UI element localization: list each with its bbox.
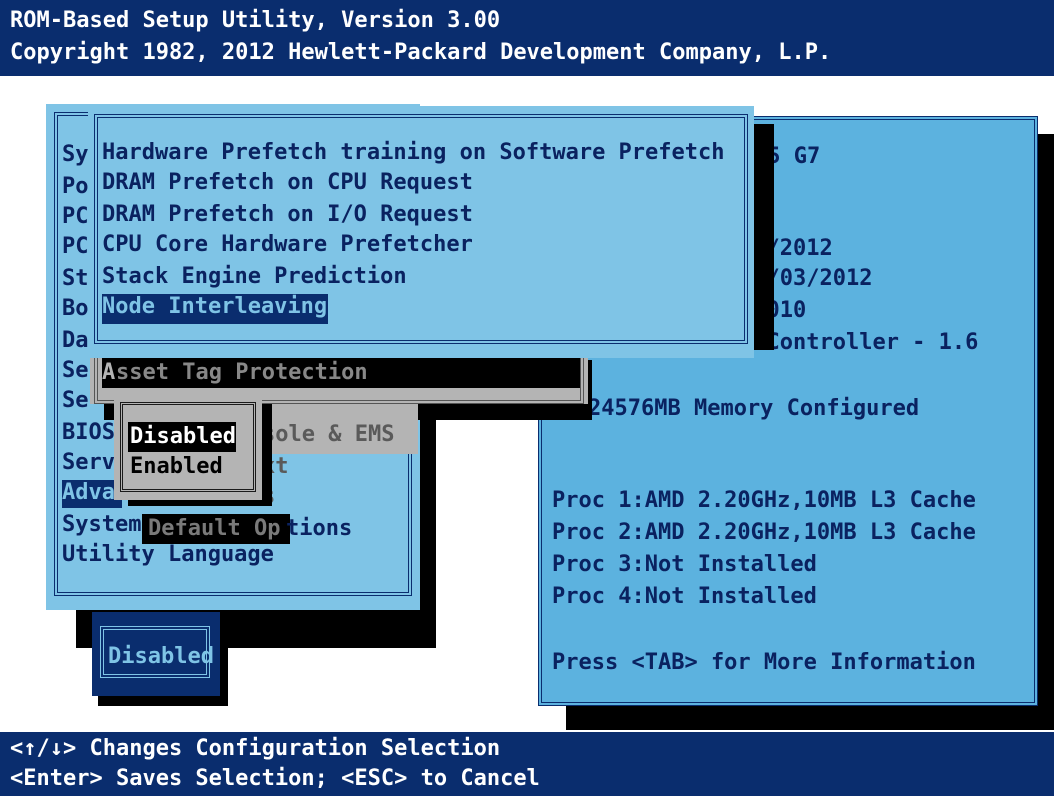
submenu-item-stack-engine[interactable]: Stack Engine Prediction [102, 262, 407, 292]
menu-item-date[interactable]: Da [62, 326, 89, 356]
info-line-proc3: Proc 3:Not Installed [552, 552, 817, 577]
submenu-item-dram-prefetch-io[interactable]: DRAM Prefetch on I/O Request [102, 200, 473, 230]
menu-item-boot[interactable]: Bo [62, 294, 89, 324]
menu-item-pci2[interactable]: PC [62, 232, 89, 262]
menu-item-power[interactable]: Po [62, 172, 89, 202]
menu-item-bios-console[interactable]: BIOS [62, 418, 115, 448]
menu-item-advanced[interactable]: Adva [62, 478, 115, 508]
info-line-proc1: Proc 1:AMD 2.20GHz,10MB L3 Cache [552, 488, 976, 513]
menu-item-system-default[interactable]: System [62, 510, 141, 540]
menu-item-standard-boot[interactable]: St [62, 264, 89, 294]
menu-item-server-availability[interactable]: Se [62, 386, 89, 416]
advanced-submenu: Hardware Prefetch training on Software P… [88, 106, 754, 358]
menu-item-pci1[interactable]: PC [62, 202, 89, 232]
option-disabled[interactable]: Disabled [130, 422, 236, 452]
system-default-middle: Default Op [148, 516, 281, 541]
menu-item-server-asset[interactable]: Serv [62, 448, 115, 478]
submenu-item-hw-prefetch-training[interactable]: Hardware Prefetch training on Software P… [102, 138, 725, 168]
submenu-item-dram-prefetch-cpu[interactable]: DRAM Prefetch on CPU Request [102, 168, 473, 198]
menu-item-server-security[interactable]: Se [62, 356, 89, 386]
options-popup: Disabled Enabled [114, 396, 262, 500]
menu-item-utility-language[interactable]: Utility Language [62, 540, 274, 570]
title-line: ROM-Based Setup Utility, Version 3.00 [10, 8, 501, 33]
asset-tag-prefix: A [102, 358, 116, 388]
current-value-text: Disabled [108, 644, 214, 669]
current-value-box: Disabled [92, 612, 220, 696]
info-line-proc4: Proc 4:Not Installed [552, 584, 817, 609]
footer-hint-save-cancel: <Enter> Saves Selection; <ESC> to Cancel [10, 766, 540, 791]
header-bar: ROM-Based Setup Utility, Version 3.00 Co… [0, 0, 1054, 76]
system-default-end: tions [286, 516, 353, 541]
bios-console-suffix: sole & EMS [262, 422, 395, 447]
info-line-controller: t Controller - 1.6 [740, 330, 979, 355]
asset-tag-protection[interactable]: sset Tag Protection [116, 358, 368, 388]
submenu-item-node-interleaving[interactable]: Node Interleaving [102, 292, 327, 322]
footer-hint-navigate: <↑/↓> Changes Configuration Selection [10, 736, 501, 761]
info-line-memory: 24576MB Memory Configured [588, 396, 920, 421]
option-enabled[interactable]: Enabled [130, 452, 223, 482]
copyright-line: Copyright 1982, 2012 Hewlett-Packard Dev… [10, 40, 832, 65]
submenu-item-cpu-core-prefetcher[interactable]: CPU Core Hardware Prefetcher [102, 230, 473, 260]
info-line-tab-hint: Press <TAB> for More Information [552, 650, 976, 675]
footer-bar: <↑/↓> Changes Configuration Selection <E… [0, 732, 1054, 796]
menu-item-system-info[interactable]: Sy [62, 140, 89, 170]
info-line-proc2: Proc 2:AMD 2.20GHz,10MB L3 Cache [552, 520, 976, 545]
